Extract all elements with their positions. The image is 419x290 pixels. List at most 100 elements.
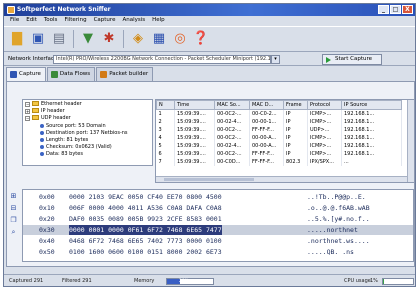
hex-view[interactable]: 0x00 0000 2103 9EAC 0050 CF40 EE70 0800 4… — [22, 189, 414, 262]
hex-row[interactable]: 0x30 0000 0001 0000 0F61 6F72 7468 6E65 7… — [23, 225, 413, 235]
hex-row[interactable]: 0x40 0468 6F72 7468 6E65 7402 7773 0000 0… — [23, 236, 413, 246]
column-header[interactable]: MAC So... — [214, 100, 250, 110]
packet-tree[interactable]: − Ethernet header + IP header − UDP head… — [22, 99, 153, 166]
menu-edit[interactable]: Edit — [26, 16, 37, 25]
tab-label: Packet builder — [109, 71, 149, 77]
hex-offset: 0x20 — [39, 215, 55, 223]
expand-icon[interactable]: − — [25, 102, 30, 107]
tab-capture[interactable]: Capture — [6, 67, 46, 81]
table-cell: 1 — [156, 109, 175, 118]
horizontal-scrollbar[interactable] — [156, 176, 414, 182]
start-capture-button[interactable]: Start Capture — [322, 54, 382, 65]
tab-packet-builder[interactable]: Packet builder — [96, 67, 154, 81]
table-cell: FF-FF-F... — [249, 125, 284, 134]
table-cell: IPX/SPX... — [307, 157, 342, 166]
hex-offset: 0x00 — [39, 193, 55, 201]
statistics-icon[interactable]: ▦ — [150, 30, 168, 48]
memory-percent: 29% — [179, 279, 190, 284]
tree-item[interactable]: UDP header — [32, 115, 71, 122]
copy-icon[interactable]: ❐ — [9, 216, 18, 225]
close-button[interactable]: X — [402, 5, 413, 14]
table-cell: 00-00-A... — [249, 133, 284, 142]
menu-filtering[interactable]: Filtering — [64, 16, 86, 25]
tree-item[interactable]: Checksum: 0x0623 (Valid) — [40, 144, 112, 151]
table-cell: FF-FF-F... — [249, 149, 284, 158]
menu-capture[interactable]: Capture — [94, 16, 116, 25]
table-cell: 192.168.1... — [341, 149, 402, 158]
table-cell: ICMP>... — [307, 117, 342, 126]
tab-label: Capture — [19, 71, 41, 77]
column-header[interactable]: Protocol — [307, 100, 342, 110]
hex-bytes: 006F 0000 4000 4011 A536 C0A8 DAFA C0A8 — [69, 204, 222, 212]
table-row[interactable]: 7 15:09:39.... 00-C0D... FF-FF-F... 802.3 IPX… — [156, 157, 402, 166]
collapse-icon[interactable]: ⊟ — [9, 204, 18, 213]
print-icon[interactable]: ▤ — [50, 30, 68, 48]
title-bar[interactable]: Softperfect Network Sniffer _ □ X — [4, 4, 415, 16]
menu-file[interactable]: File — [10, 16, 19, 25]
network-icon[interactable]: ◈ — [129, 30, 147, 48]
hex-row[interactable]: 0x20 DAF0 0035 0089 005B 9923 2CFE 8583 0… — [23, 214, 413, 224]
table-row[interactable]: 5 15:09:39.... 00-02-4... 00-00-A... IP ICMP>… — [156, 141, 402, 150]
hex-row[interactable]: 0x10 006F 0000 4000 4011 A536 C0A8 DAFA C… — [23, 203, 413, 213]
field-icon — [40, 144, 44, 149]
column-header[interactable]: N — [156, 100, 175, 110]
filter-icon[interactable]: ▼ — [79, 30, 97, 48]
menu-analysis[interactable]: Analysis — [122, 16, 145, 25]
column-header[interactable]: Time — [174, 100, 215, 110]
column-header[interactable]: IP Source — [341, 100, 402, 110]
expand-icon[interactable]: + — [25, 109, 30, 114]
expand-icon[interactable]: − — [25, 116, 30, 121]
table-cell: 00-0C2-... — [214, 109, 250, 118]
tree-item[interactable]: Destination port: 137 Netbios-ns — [40, 130, 128, 137]
minimize-button[interactable]: _ — [378, 5, 389, 14]
field-icon — [40, 137, 44, 142]
field-icon — [40, 151, 44, 156]
tab-bar: Capture Data Flows Packet builder — [6, 67, 154, 81]
hex-row[interactable]: 0x50 0100 1600 0600 0100 0151 8000 2002 6… — [23, 247, 413, 257]
vertical-scrollbar[interactable] — [407, 100, 414, 182]
tree-item[interactable]: Source port: 53 Domain — [40, 123, 106, 130]
table-cell: 00-02-4... — [214, 141, 250, 150]
find-icon[interactable]: ⌕ — [9, 228, 18, 237]
table-cell: 15:09:39.... — [174, 149, 215, 158]
folder-icon — [32, 101, 39, 106]
settings-icon[interactable]: ✱ — [100, 30, 118, 48]
table-row[interactable]: 4 15:09:39.... 00-0C2-... 00-00-A... IP ICMP>… — [156, 133, 402, 142]
column-header[interactable]: Frame — [283, 100, 308, 110]
open-icon[interactable]: ▇ — [8, 30, 26, 48]
table-row[interactable]: 1 15:09:39.... 00-0C2-... 00-C0-2... IP ICMP>… — [156, 109, 402, 118]
table-cell: 00-C0-2... — [249, 109, 284, 118]
hex-row[interactable]: 0x00 0000 2103 9EAC 0050 CF40 EE70 0800 4… — [23, 192, 413, 202]
toolbar-divider — [73, 30, 74, 48]
maximize-button[interactable]: □ — [390, 5, 401, 14]
tree-item[interactable]: Ethernet header — [32, 101, 82, 108]
menu-tools[interactable]: Tools — [44, 16, 58, 25]
menu-help[interactable]: Help — [152, 16, 165, 25]
table-cell: 15:09:39.... — [174, 125, 215, 134]
table-cell: 7 — [156, 157, 175, 166]
clear-icon[interactable]: ◎ — [171, 30, 189, 48]
tree-item[interactable]: Length: 81 bytes — [40, 137, 88, 144]
column-header[interactable]: MAC D... — [249, 100, 284, 110]
table-row[interactable]: 2 15:09:39.... 00-02-4... 00-00-1... IP ICMP>… — [156, 117, 402, 126]
table-cell: 00-00-1... — [249, 117, 284, 126]
tree-item[interactable]: IP header — [32, 108, 65, 115]
tree-item[interactable]: Data: 83 bytes — [40, 151, 83, 158]
help-icon[interactable]: ❓ — [192, 30, 210, 48]
chevron-down-icon[interactable]: ▾ — [271, 55, 280, 64]
save-icon[interactable]: ▣ — [29, 30, 47, 48]
table-cell: 00-C0D... — [214, 157, 250, 166]
hex-ascii: .....QB. .ns — [307, 248, 354, 256]
table-cell: 192.168.1... — [341, 133, 402, 142]
hex-offset: 0x10 — [39, 204, 55, 212]
table-cell: 5 — [156, 141, 175, 150]
field-icon — [40, 123, 44, 128]
table-row[interactable]: 3 15:09:39.... 00-0C2-... FF-FF-F... IP UDP>.… — [156, 125, 402, 134]
packet-list[interactable]: N Time MAC So... MAC D... Frame Protocol… — [155, 99, 415, 183]
table-row[interactable]: 6 15:09:39.... 00-0C2-... FF-FF-F... IP ICMP>… — [156, 149, 402, 158]
table-cell: 00-0C2-... — [214, 125, 250, 134]
expand-icon[interactable]: ⊞ — [9, 192, 18, 201]
tab-data-flows[interactable]: Data Flows — [46, 67, 96, 81]
interface-select[interactable]: Intel(R) PRO/Wireless 2200BG Network Con… — [53, 55, 271, 64]
table-cell: 2 — [156, 117, 175, 126]
